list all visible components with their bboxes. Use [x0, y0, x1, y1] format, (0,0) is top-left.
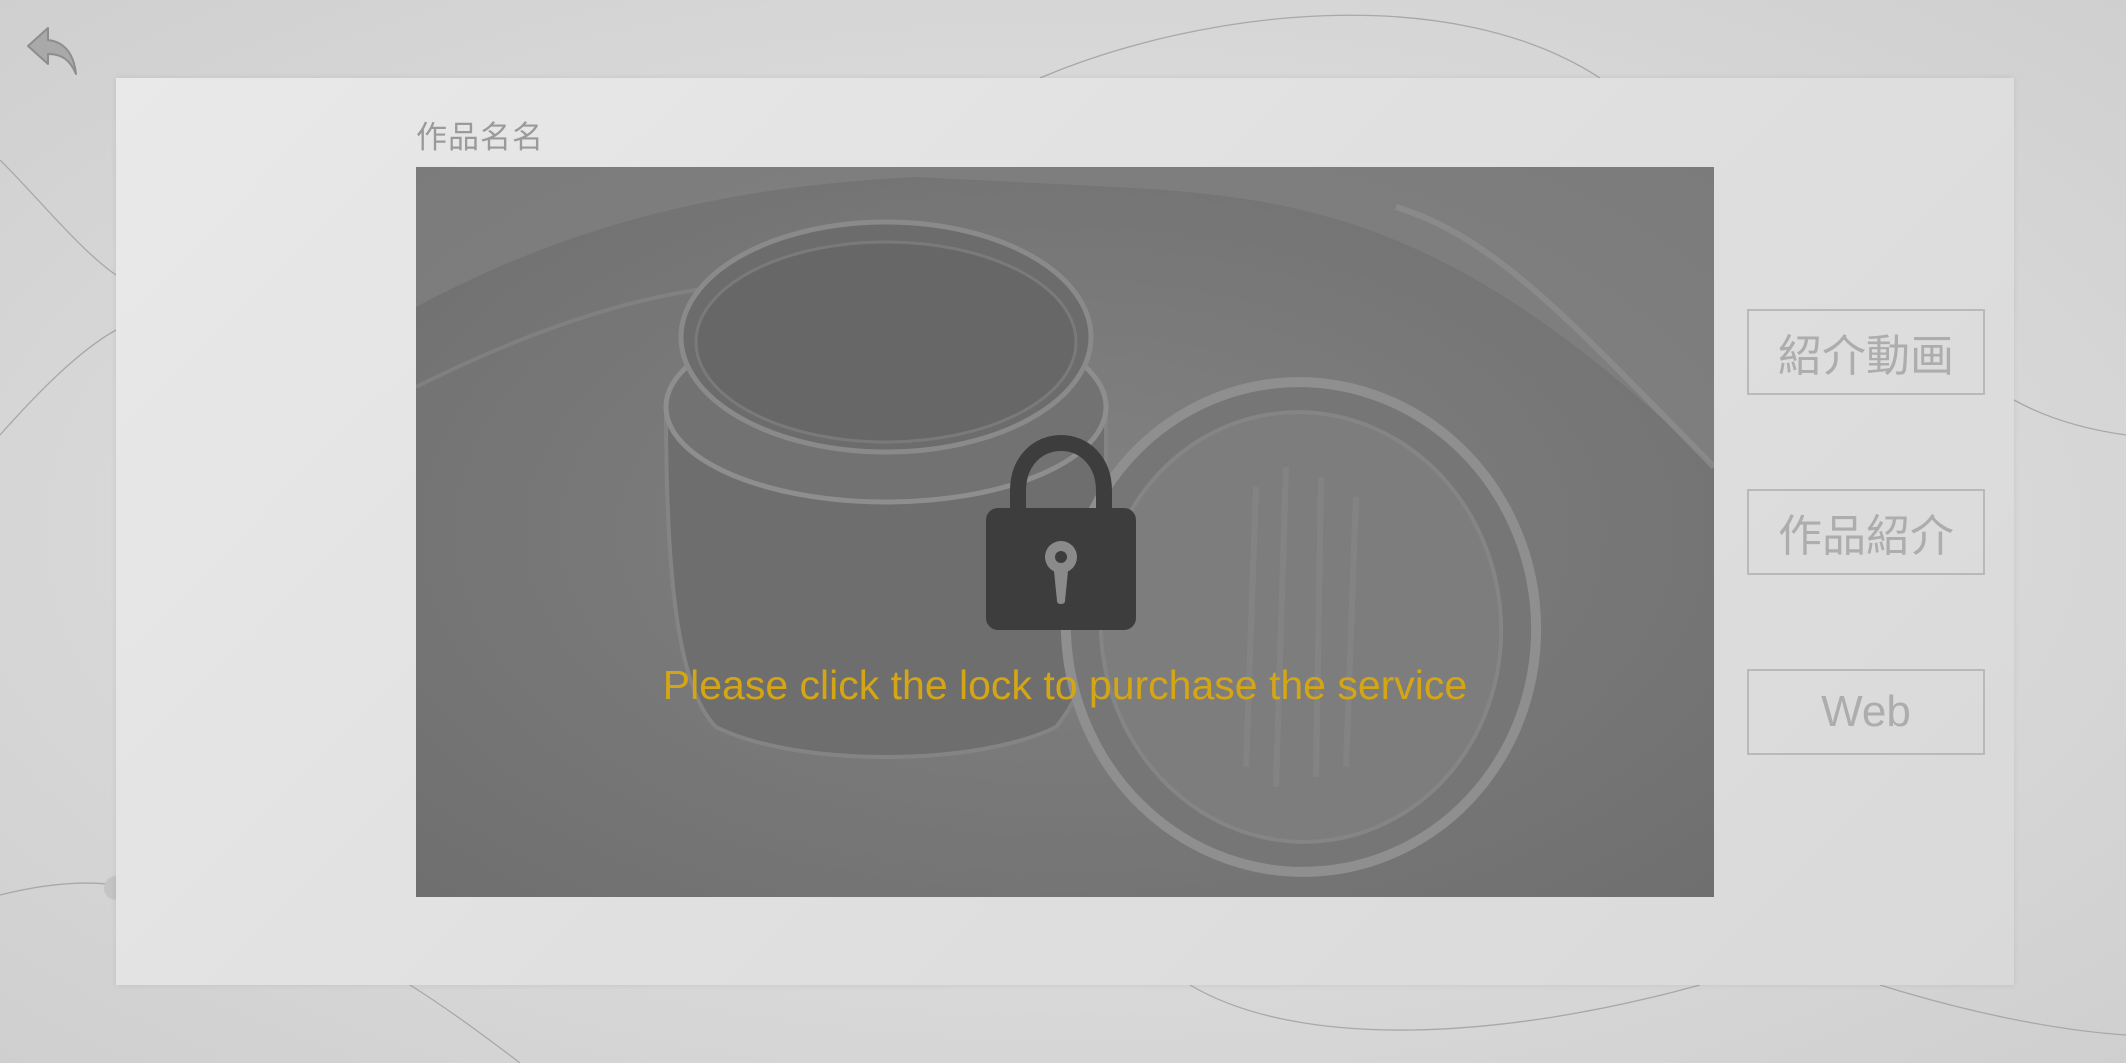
padlock-icon	[986, 434, 1136, 630]
purchase-lock-button[interactable]	[986, 433, 1136, 633]
back-button[interactable]	[24, 24, 80, 80]
intro-video-button[interactable]: 紹介動画	[1747, 309, 1985, 395]
artwork-title: 作品名名	[416, 120, 544, 155]
web-button[interactable]: Web	[1747, 669, 1985, 755]
artwork-preview: Please click the lock to purchase the se…	[416, 167, 1714, 897]
artwork-intro-button[interactable]: 作品紹介	[1747, 489, 1985, 575]
back-arrow-icon	[27, 27, 77, 75]
purchase-lock-message: Please click the lock to purchase the se…	[662, 662, 1468, 708]
